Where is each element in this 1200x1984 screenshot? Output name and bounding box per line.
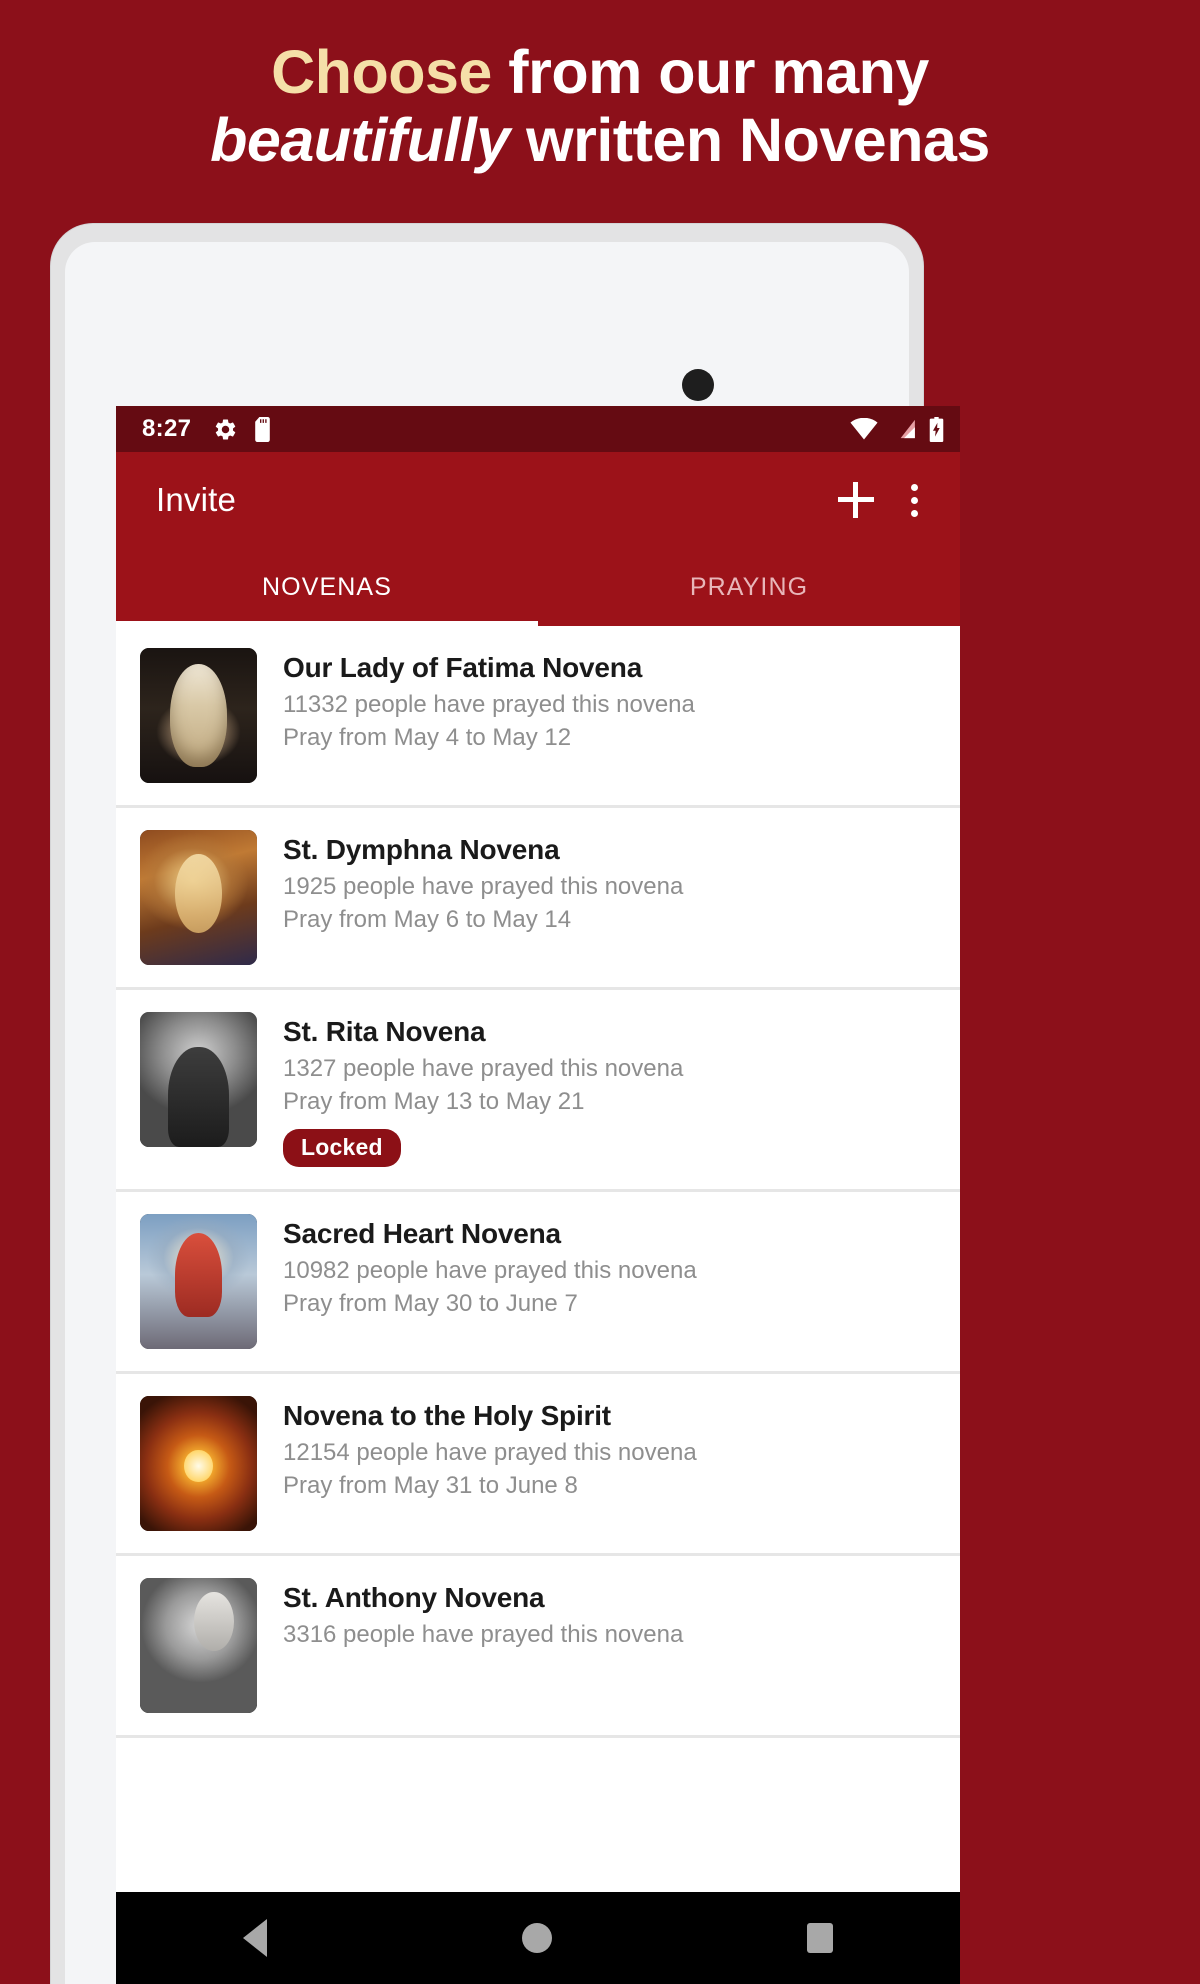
novena-dates: Pray from May 13 to May 21 [283,1088,585,1115]
novena-thumbnail [140,1012,257,1147]
novena-row-text: Novena to the Holy Spirit 12154 people h… [257,1396,960,1531]
status-bar-clock: 8:27 [142,415,192,442]
novena-prayed-count: 12154 people have prayed this novena [283,1439,697,1466]
novena-list[interactable]: Our Lady of Fatima Novena 11332 people h… [116,626,960,1738]
wifi-icon [850,418,878,440]
list-item[interactable]: St. Anthony Novena 3316 people have pray… [116,1556,960,1738]
tab-bar: NOVENAS PRAYING [116,548,960,626]
headline-line-1-rest: from our many [491,38,929,106]
novena-artwork-image [140,1396,257,1531]
novena-artwork-image [140,1578,257,1713]
novena-row-text: Our Lady of Fatima Novena 11332 people h… [257,648,960,783]
back-icon[interactable] [243,1919,268,1957]
list-item[interactable]: Novena to the Holy Spirit 12154 people h… [116,1374,960,1556]
sd-card-icon [255,416,271,442]
novena-prayed-count: 1327 people have prayed this novena [283,1055,684,1082]
headline-line-1: Choose from our many [60,38,1140,106]
novena-artwork-image [140,1012,257,1147]
novena-dates: Pray from May 4 to May 12 [283,724,572,751]
add-icon[interactable] [838,482,874,518]
tab-novenas[interactable]: NOVENAS [116,548,538,626]
novena-thumbnail [140,1214,257,1349]
list-item[interactable]: St. Dymphna Novena 1925 people have pray… [116,808,960,990]
tab-active-indicator [116,621,538,626]
novena-row-text: St. Anthony Novena 3316 people have pray… [257,1578,960,1713]
novena-thumbnail [140,648,257,783]
novena-title: Novena to the Holy Spirit [283,1400,611,1431]
tab-praying[interactable]: PRAYING [538,548,960,626]
novena-row-text: Sacred Heart Novena 10982 people have pr… [257,1214,960,1349]
novena-artwork-image [140,830,257,965]
home-icon[interactable] [521,1923,552,1953]
app-bar-actions [838,482,934,518]
novena-prayed-count: 10982 people have prayed this novena [283,1257,697,1284]
novena-artwork-image [140,648,257,783]
headline-line-2: beautifully written Novenas [60,106,1140,174]
headline-italic-word: beautifully [210,106,510,175]
status-bar-right-icons [850,416,944,442]
recents-icon[interactable] [806,1923,833,1953]
headline-accent-word: Choose [271,38,492,106]
android-navigation-bar [116,1892,960,1984]
novena-title: St. Rita Novena [283,1016,486,1047]
novena-prayed-count: 11332 people have prayed this novena [283,691,695,718]
novena-thumbnail [140,830,257,965]
list-item[interactable]: Our Lady of Fatima Novena 11332 people h… [116,626,960,808]
novena-row-text: St. Dymphna Novena 1925 people have pray… [257,830,960,965]
list-item[interactable]: Sacred Heart Novena 10982 people have pr… [116,1192,960,1374]
status-badge: Locked [283,1129,401,1167]
list-item[interactable]: St. Rita Novena 1327 people have prayed … [116,990,960,1192]
promo-headline: Choose from our many beautifully written… [0,0,1200,175]
gear-icon [216,418,236,440]
front-camera-icon [682,369,714,401]
novena-thumbnail [140,1578,257,1713]
novena-dates: Pray from May 30 to June 7 [283,1290,578,1317]
phone-screen: 8:27 Invite NOVENAS PRAYING Our Lady of … [116,406,960,1984]
novena-title: Sacred Heart Novena [283,1218,561,1249]
novena-title: Our Lady of Fatima Novena [283,652,643,683]
headline-line-2-rest: written Novenas [509,106,990,175]
app-bar: Invite [116,452,960,548]
cellular-signal-icon [900,419,915,439]
novena-artwork-image [140,1214,257,1349]
novena-title: St. Anthony Novena [283,1582,545,1613]
app-bar-title: Invite [156,481,237,518]
battery-charging-icon [929,416,944,442]
novena-title: St. Dymphna Novena [283,834,560,865]
status-bar: 8:27 [116,406,960,452]
novena-row-text: St. Rita Novena 1327 people have prayed … [257,1012,960,1167]
novena-dates: Pray from May 31 to June 8 [283,1472,578,1499]
phone-mockup-frame: 8:27 Invite NOVENAS PRAYING Our Lady of … [51,224,960,1984]
novena-dates: Pray from May 6 to May 14 [283,906,572,933]
novena-prayed-count: 3316 people have prayed this novena [283,1621,684,1648]
status-bar-left-icons [213,416,273,442]
novena-prayed-count: 1925 people have prayed this novena [283,873,684,900]
overflow-menu-icon[interactable] [910,483,918,517]
novena-thumbnail [140,1396,257,1531]
